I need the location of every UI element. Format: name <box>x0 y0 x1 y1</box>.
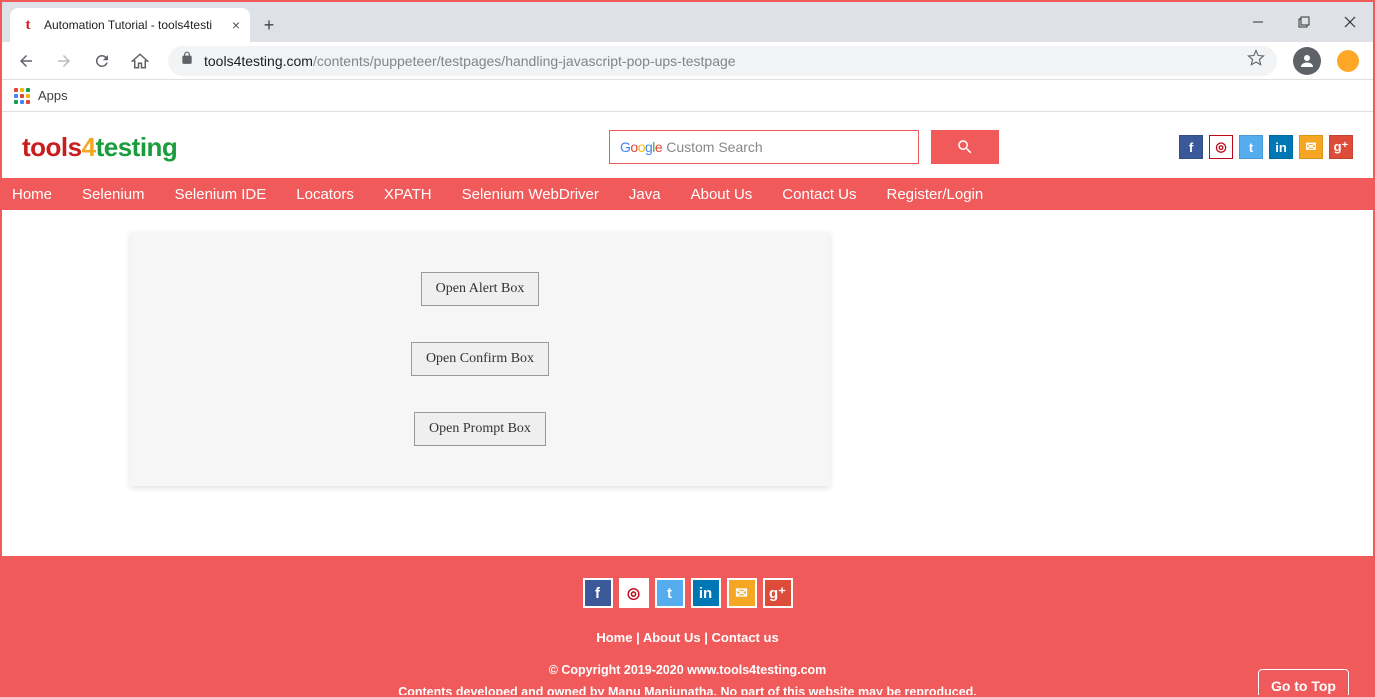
page-footer: f ◎ t in ✉ g⁺ Home | About Us | Contact … <box>2 556 1373 695</box>
demo-card: Open Alert Box Open Confirm Box Open Pro… <box>130 232 830 486</box>
url-text: tools4testing.com/contents/puppeteer/tes… <box>204 53 736 69</box>
bookmarks-bar: Apps <box>2 80 1373 112</box>
google-logo-text: Google <box>620 139 662 155</box>
new-tab-button[interactable]: + <box>254 10 284 40</box>
footer-twitter-icon[interactable]: t <box>655 578 685 608</box>
search-container: Google Custom Search <box>609 130 999 164</box>
disclaimer-text: Contents developed and owned by Manu Man… <box>2 685 1373 695</box>
footer-googleplus-icon[interactable]: g⁺ <box>763 578 793 608</box>
linkedin-icon[interactable]: in <box>1269 135 1293 159</box>
close-tab-icon[interactable]: × <box>232 17 240 33</box>
go-to-top-button[interactable]: Go to Top <box>1258 669 1349 695</box>
footer-mail-icon[interactable]: ✉ <box>727 578 757 608</box>
nav-register-login[interactable]: Register/Login <box>887 186 984 203</box>
footer-link-contact[interactable]: Contact us <box>712 630 779 645</box>
tab-title: Automation Tutorial - tools4testi <box>44 18 224 32</box>
copyright-text: © Copyright 2019-2020 www.tools4testing.… <box>2 663 1373 677</box>
browser-tab-strip: t Automation Tutorial - tools4testi × + <box>2 2 1373 42</box>
logo-part-3: testing <box>96 132 178 162</box>
open-confirm-button[interactable]: Open Confirm Box <box>411 342 549 376</box>
browser-toolbar: tools4testing.com/contents/puppeteer/tes… <box>2 42 1373 80</box>
home-button[interactable] <box>124 45 156 77</box>
window-controls <box>1235 2 1373 42</box>
nav-home[interactable]: Home <box>12 186 52 203</box>
twitter-icon[interactable]: t <box>1239 135 1263 159</box>
open-alert-button[interactable]: Open Alert Box <box>421 272 540 306</box>
main-nav: Home Selenium Selenium IDE Locators XPAT… <box>2 178 1373 210</box>
minimize-button[interactable] <box>1235 2 1281 42</box>
logo-part-2: 4 <box>82 132 96 162</box>
footer-linkedin-icon[interactable]: in <box>691 578 721 608</box>
extension-icon[interactable] <box>1337 50 1359 72</box>
browser-tab[interactable]: t Automation Tutorial - tools4testi × <box>10 8 250 42</box>
open-prompt-button[interactable]: Open Prompt Box <box>414 412 546 446</box>
nav-xpath[interactable]: XPATH <box>384 186 432 203</box>
footer-links: Home | About Us | Contact us <box>2 630 1373 645</box>
lock-icon <box>180 51 194 70</box>
bookmark-star-icon[interactable] <box>1247 49 1265 72</box>
mail-icon[interactable]: ✉ <box>1299 135 1323 159</box>
apps-label[interactable]: Apps <box>38 88 68 103</box>
site-logo[interactable]: tools4testing <box>22 132 177 163</box>
maximize-button[interactable] <box>1281 2 1327 42</box>
pinterest-icon[interactable]: ◎ <box>1209 135 1233 159</box>
googleplus-icon[interactable]: g⁺ <box>1329 135 1353 159</box>
nav-selenium-webdriver[interactable]: Selenium WebDriver <box>462 186 599 203</box>
footer-link-about[interactable]: About Us <box>643 630 701 645</box>
nav-locators[interactable]: Locators <box>296 186 354 203</box>
nav-selenium[interactable]: Selenium <box>82 186 145 203</box>
footer-pinterest-icon[interactable]: ◎ <box>619 578 649 608</box>
address-bar[interactable]: tools4testing.com/contents/puppeteer/tes… <box>168 46 1277 76</box>
back-button[interactable] <box>10 45 42 77</box>
nav-selenium-ide[interactable]: Selenium IDE <box>175 186 267 203</box>
footer-social-row: f ◎ t in ✉ g⁺ <box>2 578 1373 608</box>
reload-button[interactable] <box>86 45 118 77</box>
nav-about-us[interactable]: About Us <box>691 186 753 203</box>
apps-grid-icon[interactable] <box>14 88 30 104</box>
header-social-row: f ◎ t in ✉ g⁺ <box>1179 135 1353 159</box>
facebook-icon[interactable]: f <box>1179 135 1203 159</box>
nav-java[interactable]: Java <box>629 186 661 203</box>
search-input[interactable]: Google Custom Search <box>609 130 919 164</box>
search-placeholder: Custom Search <box>666 139 762 155</box>
main-content: Open Alert Box Open Confirm Box Open Pro… <box>2 210 1373 556</box>
search-button[interactable] <box>931 130 999 164</box>
page-viewport: tools4testing Google Custom Search f ◎ t… <box>2 112 1373 695</box>
footer-link-home[interactable]: Home <box>596 630 632 645</box>
close-window-button[interactable] <box>1327 2 1373 42</box>
forward-button[interactable] <box>48 45 80 77</box>
profile-avatar-icon[interactable] <box>1293 47 1321 75</box>
logo-part-1: tools <box>22 132 82 162</box>
footer-facebook-icon[interactable]: f <box>583 578 613 608</box>
nav-contact-us[interactable]: Contact Us <box>782 186 856 203</box>
favicon-icon: t <box>20 17 36 33</box>
page-header: tools4testing Google Custom Search f ◎ t… <box>2 112 1373 178</box>
